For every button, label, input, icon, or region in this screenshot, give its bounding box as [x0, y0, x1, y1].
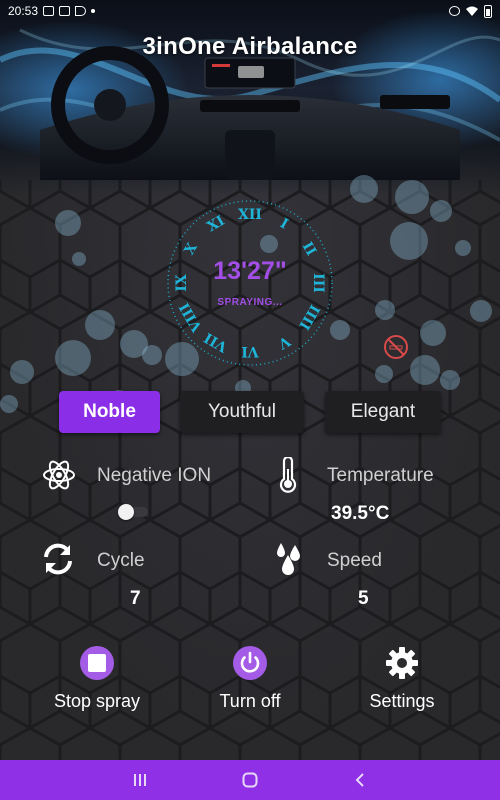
bubble — [375, 300, 395, 320]
bubble — [10, 360, 34, 384]
atom-icon — [43, 460, 75, 490]
status-bar: 20:53 — [0, 0, 500, 22]
cycle-value: 7 — [130, 588, 141, 609]
bubble — [390, 222, 428, 260]
clock-numeral: VII — [202, 329, 232, 355]
thermometer-icon — [279, 457, 297, 493]
gear-icon[interactable] — [385, 646, 419, 680]
mode-elegant-button[interactable]: Elegant — [325, 391, 441, 433]
bubble — [72, 252, 86, 266]
bubble — [395, 180, 429, 214]
bubble — [55, 210, 81, 236]
no-smoking-icon[interactable] — [383, 334, 409, 360]
stop-icon[interactable] — [80, 646, 114, 680]
negative-ion-toggle[interactable] — [118, 504, 150, 520]
alarm-icon — [449, 6, 460, 16]
bubble — [142, 345, 162, 365]
wifi-icon — [466, 6, 478, 16]
bubble — [455, 240, 471, 256]
clock-numeral: I — [277, 216, 291, 233]
clock-numeral: VI — [241, 343, 259, 359]
battery-icon — [484, 4, 492, 18]
power-icon[interactable] — [233, 646, 267, 680]
bubble — [55, 340, 91, 376]
mode-youthful-button[interactable]: Youthful — [180, 391, 304, 433]
calendar-icon — [43, 6, 55, 16]
turn-off-button[interactable]: Turn off — [200, 691, 300, 712]
recent-apps-icon[interactable] — [128, 768, 152, 792]
spray-timer-clock: XII I II III IIII V VI VII VIII IX X XI 13'27" SPRA… — [165, 198, 335, 368]
notification-dot-icon — [91, 9, 96, 13]
system-navigation-bar — [0, 760, 500, 800]
bubble — [410, 355, 440, 385]
back-icon[interactable] — [348, 768, 372, 792]
youtube-icon — [59, 6, 71, 16]
status-time: 20:53 — [8, 4, 39, 18]
stop-spray-button[interactable]: Stop spray — [42, 691, 152, 712]
bubble — [470, 300, 492, 322]
clock-numeral: XII — [238, 207, 262, 223]
clock-numeral: II — [299, 239, 319, 258]
mode-selector: Noble Youthful Elegant — [0, 391, 500, 433]
play-store-icon — [75, 6, 87, 16]
cycle-icon — [44, 543, 72, 575]
bubble — [420, 320, 446, 346]
clock-numeral: XI — [204, 213, 227, 236]
temperature-value: 39.5°C — [331, 503, 390, 524]
bubble — [440, 370, 460, 390]
car-dashboard-image — [0, 10, 500, 180]
negative-ion-label: Negative ION — [97, 465, 212, 486]
speed-label: Speed — [327, 550, 382, 571]
toggle-knob — [118, 504, 134, 520]
clock-numeral: X — [181, 240, 200, 258]
drops-icon — [277, 543, 300, 575]
timer-status: SPRAYING... — [217, 297, 283, 308]
mode-noble-button[interactable]: Noble — [59, 391, 160, 433]
bubble — [350, 175, 378, 203]
clock-numeral: V — [274, 332, 293, 352]
bubble — [430, 200, 452, 222]
timer-readout: 13'27" — [213, 257, 287, 285]
bubble — [85, 310, 115, 340]
cycle-label: Cycle — [97, 550, 145, 571]
settings-button[interactable]: Settings — [352, 691, 452, 712]
home-icon[interactable] — [238, 768, 262, 792]
bubble — [375, 365, 393, 383]
app-title: 3inOne Airbalance — [142, 33, 358, 60]
temperature-label: Temperature — [327, 465, 434, 486]
speed-value: 5 — [358, 588, 369, 609]
car-interior-banner — [0, 0, 500, 195]
